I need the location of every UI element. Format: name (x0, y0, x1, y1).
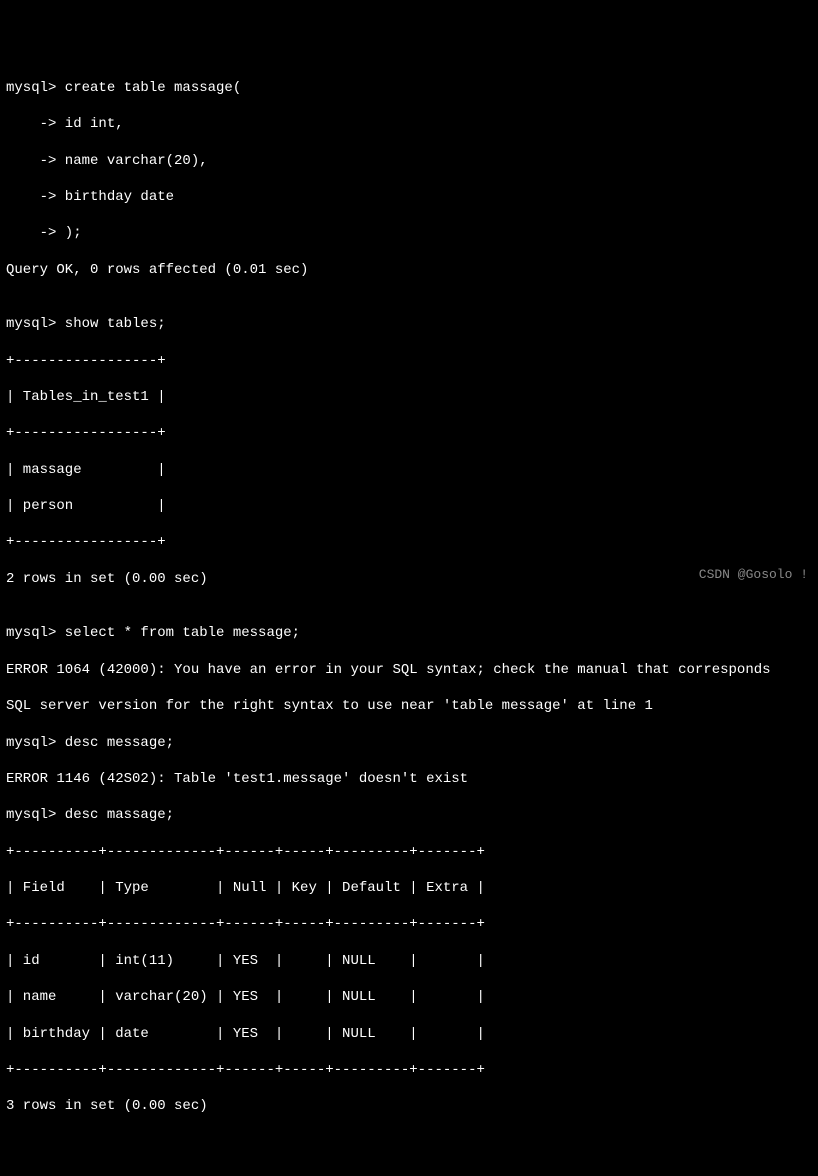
terminal-line-close: -> ); (6, 224, 812, 242)
terminal-line-border: +----------+-------------+------+-----+-… (6, 915, 812, 933)
terminal-line-border: +----------+-------------+------+-----+-… (6, 1061, 812, 1079)
terminal-line-desc-name: | name | varchar(20) | YES | | NULL | | (6, 988, 812, 1006)
terminal-line-rows-set: 3 rows in set (0.00 sec) (6, 1097, 812, 1115)
terminal-line-desc-massage: mysql> desc massage; (6, 806, 812, 824)
terminal-line-col-birthday: -> birthday date (6, 188, 812, 206)
terminal-line-border: +-----------------+ (6, 424, 812, 442)
terminal-line-show-tables: mysql> show tables; (6, 315, 812, 333)
terminal-line-border: +----------+-------------+------+-----+-… (6, 843, 812, 861)
terminal-line-border: +-----------------+ (6, 533, 812, 551)
terminal-line-desc-birthday: | birthday | date | YES | | NULL | | (6, 1025, 812, 1043)
terminal-line-desc-message: mysql> desc message; (6, 734, 812, 752)
terminal-line-error-1064: ERROR 1064 (42000): You have an error in… (6, 661, 812, 679)
terminal-line-query-ok: Query OK, 0 rows affected (0.01 sec) (6, 261, 812, 279)
terminal-line-error-cont: SQL server version for the right syntax … (6, 697, 812, 715)
terminal-line-border: +-----------------+ (6, 352, 812, 370)
terminal-line-error-1146: ERROR 1146 (42S02): Table 'test1.message… (6, 770, 812, 788)
terminal-line-create: mysql> create table massage( (6, 79, 812, 97)
terminal-line-desc-id: | id | int(11) | YES | | NULL | | (6, 952, 812, 970)
terminal-line-row-person: | person | (6, 497, 812, 515)
watermark: CSDN @Gosolo ! (699, 567, 808, 584)
terminal-line-select: mysql> select * from table message; (6, 624, 812, 642)
terminal-line-header: | Tables_in_test1 | (6, 388, 812, 406)
terminal-line-rows-set: 2 rows in set (0.00 sec) (6, 570, 812, 588)
terminal-line-col-id: -> id int, (6, 115, 812, 133)
terminal-line-row-massage: | massage | (6, 461, 812, 479)
terminal-line-desc-header: | Field | Type | Null | Key | Default | … (6, 879, 812, 897)
terminal-line-col-name: -> name varchar(20), (6, 152, 812, 170)
